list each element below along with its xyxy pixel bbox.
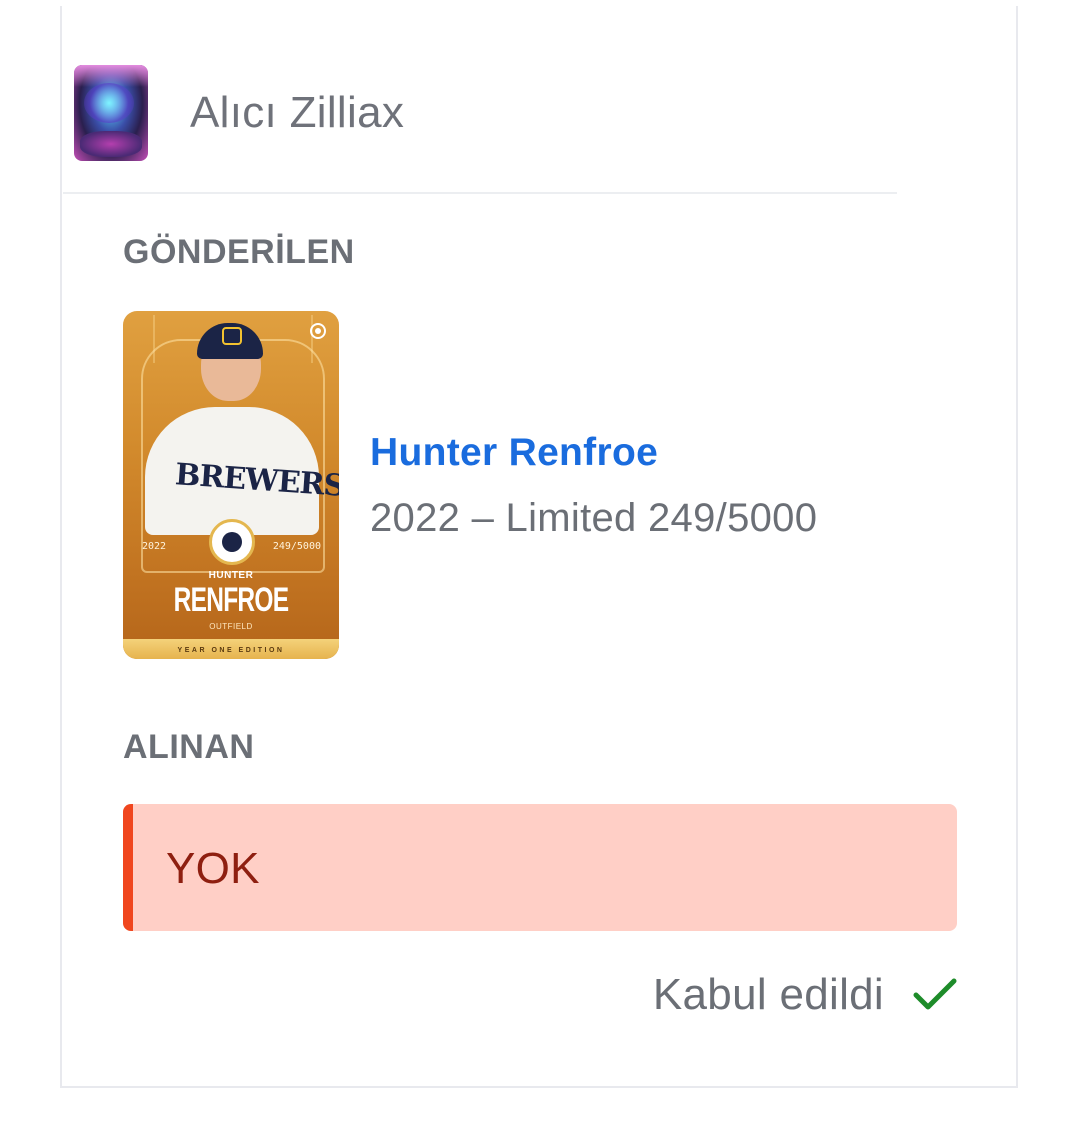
card-serial: 249/5000 [272,541,321,552]
received-none-alert: YOK [123,804,957,931]
card-last-name: RENFROE [173,581,289,619]
header-divider [63,192,897,194]
card-edition: YEAR ONE EDITION [177,647,285,654]
avatar-art-bottom [80,131,142,157]
avatar-art-center [84,83,134,123]
card-first-name: HUNTER [208,570,254,581]
received-none-text: YOK [166,844,260,893]
buyer-avatar[interactable] [74,65,148,161]
card-target-icon [310,323,326,339]
team-logo-icon [209,519,255,565]
card-year: 2022 [142,541,167,552]
alert-accent-bar [123,804,133,931]
buyer-name[interactable]: Alıcı Zilliax [190,88,404,138]
sent-section-title: GÖNDERİLEN [123,233,355,271]
player-card-image[interactable]: BREWERS 2022 249/5000 HUNTER RENFROE OUT… [123,311,339,659]
cap-logo-icon [222,327,242,345]
card-position: OUTFIELD [209,622,253,631]
player-name-link[interactable]: Hunter Renfroe [370,431,658,475]
trade-header: Alıcı Zilliax [73,60,911,188]
trade-status-label: Kabul edildi [652,970,884,1019]
received-section-title: ALINAN [123,728,255,766]
player-card-details: 2022 – Limited 249/5000 [370,496,818,540]
check-icon [913,978,957,1010]
